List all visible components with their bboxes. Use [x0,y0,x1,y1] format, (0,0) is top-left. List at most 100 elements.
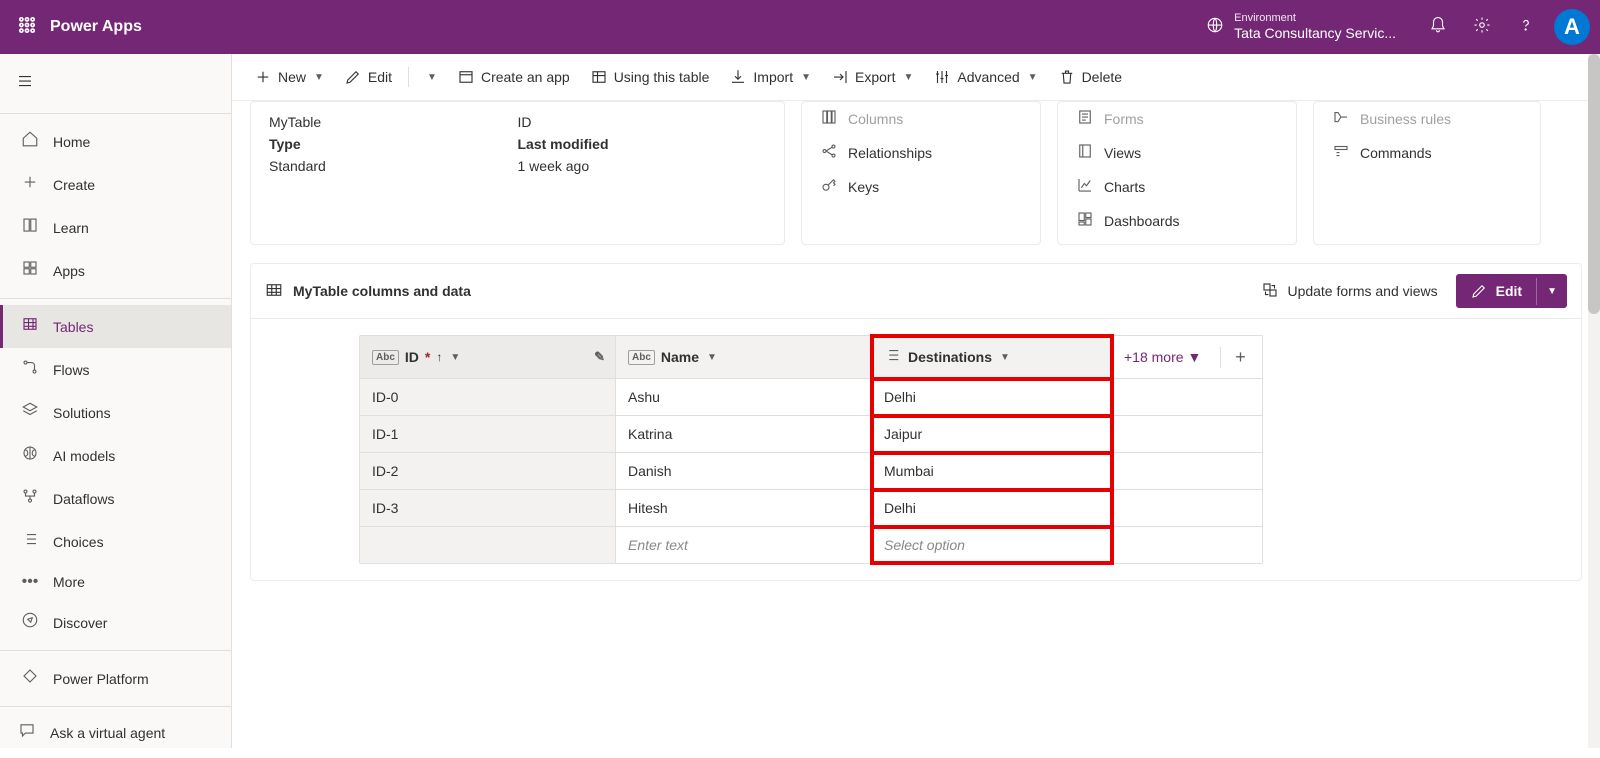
hamburger-icon[interactable] [0,62,231,105]
cell-id[interactable]: ID-0 [360,379,616,416]
sidebar-item-discover[interactable]: Discover [0,601,231,644]
using-table-button[interactable]: Using this table [582,62,718,92]
cell-id[interactable]: ID-3 [360,490,616,527]
views-label: Views [1104,145,1141,161]
chevron-down-icon: ▼ [1000,352,1010,363]
chevron-down-icon: ▼ [707,352,717,363]
data-grid: Abc ID * ↑ ▼ ✎ Abc Name ▼ [359,335,1263,564]
chart-icon [1076,176,1094,198]
cell-name[interactable]: Danish [616,453,872,490]
cell-destination[interactable]: Jaipur [872,416,1112,453]
col-dest-label: Destinations [908,349,992,365]
create-app-button[interactable]: Create an app [449,62,578,92]
edit-dropdown[interactable]: ▼ [417,66,445,89]
environment-selector[interactable]: Environment Tata Consultancy Servic... [1206,12,1396,42]
waffle-icon[interactable] [10,16,44,39]
sidebar-item-label: Learn [53,220,89,236]
ask-agent-label: Ask a virtual agent [50,725,165,741]
sort-asc-icon: ↑ [436,350,442,364]
cell-id[interactable]: ID-1 [360,416,616,453]
edit-primary-button[interactable]: Edit ▼ [1456,274,1567,308]
meta-id-label: ID [518,114,767,130]
new-row-name[interactable]: Enter text [616,527,872,563]
plus-icon [21,173,39,196]
relationships-label: Relationships [848,145,932,161]
edit-button[interactable]: Edit [336,62,400,92]
commands-link[interactable]: Commands [1332,142,1522,164]
dashboards-link[interactable]: Dashboards [1076,210,1278,232]
new-row-destination[interactable]: Select option [872,527,1112,563]
export-button[interactable]: Export ▼ [823,62,921,92]
env-value: Tata Consultancy Servic... [1234,25,1396,42]
cell-destination[interactable]: Delhi [872,490,1112,527]
import-button[interactable]: Import ▼ [721,62,819,92]
dashboard-icon [1076,210,1094,232]
forms-link[interactable]: Forms [1076,108,1278,130]
chevron-down-icon: ▼ [314,72,324,83]
sidebar-item-tables[interactable]: Tables [0,305,231,348]
update-forms-views-button[interactable]: Update forms and views [1251,275,1447,308]
advanced-label: Advanced [957,69,1019,85]
sidebar-item-label: Flows [53,362,90,378]
meta-type-label: Type [269,136,518,152]
sidebar-item-label: Dataflows [53,491,114,507]
relationships-link[interactable]: Relationships [820,142,1022,164]
globe-icon [1206,16,1224,37]
cell-destination[interactable]: Mumbai [872,453,1112,490]
edit-column-icon[interactable]: ✎ [594,349,605,365]
edit-dropdown-chevron[interactable]: ▼ [1536,278,1567,305]
sidebar-item-choices[interactable]: Choices [0,520,231,563]
command-bar: New ▼ Edit ▼ Create an app Using this ta… [232,54,1600,101]
sidebar-item-apps[interactable]: Apps [0,249,231,292]
new-button[interactable]: New ▼ [246,62,332,92]
cell-more [1112,453,1262,490]
table-title: MyTable columns and data [293,283,471,299]
keys-link[interactable]: Keys [820,176,1022,198]
sidebar-item-label: Apps [53,263,85,279]
sidebar-item-ai-models[interactable]: AI models [0,434,231,477]
sidebar-item-create[interactable]: Create [0,163,231,206]
sidebar-item-learn[interactable]: Learn [0,206,231,249]
vertical-scrollbar[interactable] [1588,54,1600,748]
business-rules-link[interactable]: Business rules [1332,108,1522,130]
layers-icon [21,401,39,424]
cell-name[interactable]: Ashu [616,379,872,416]
delete-button[interactable]: Delete [1050,62,1130,92]
columns-icon [820,108,838,130]
required-asterisk: * [425,349,430,365]
cell-name[interactable]: Hitesh [616,490,872,527]
ask-virtual-agent[interactable]: Ask a virtual agent [0,706,231,758]
column-header-id[interactable]: Abc ID * ↑ ▼ ✎ [360,336,616,379]
settings-icon[interactable] [1460,16,1504,39]
notifications-icon[interactable] [1416,16,1460,39]
column-header-name[interactable]: Abc Name ▼ [616,336,872,379]
sidebar-item-solutions[interactable]: Solutions [0,391,231,434]
app-header: Power Apps Environment Tata Consultancy … [0,0,1600,54]
advanced-button[interactable]: Advanced ▼ [925,62,1045,92]
charts-link[interactable]: Charts [1076,176,1278,198]
help-icon[interactable] [1504,16,1548,39]
sidebar-item-dataflows[interactable]: Dataflows [0,477,231,520]
sidebar-item-flows[interactable]: Flows [0,348,231,391]
scrollbar-thumb[interactable] [1588,54,1600,314]
columns-link[interactable]: Columns [820,108,1022,130]
cell-id[interactable]: ID-2 [360,453,616,490]
cell-name[interactable]: Katrina [616,416,872,453]
sidebar-item-label: Solutions [53,405,111,421]
chevron-down-icon: ▼ [903,72,913,83]
table-icon [265,281,283,302]
sidebar-item-home[interactable]: Home [0,120,231,163]
sidebar-item-power-platform[interactable]: Power Platform [0,657,231,700]
add-column-button[interactable]: + [1220,347,1250,368]
user-avatar[interactable]: A [1554,9,1590,45]
table-icon [21,315,39,338]
chat-icon [18,721,36,744]
cell-destination[interactable]: Delhi [872,379,1112,416]
new-row-id[interactable] [360,527,616,563]
column-header-destinations[interactable]: Destinations ▼ [872,336,1112,379]
more-columns-link[interactable]: +18 more ▼ [1124,349,1201,365]
views-link[interactable]: Views [1076,142,1278,164]
sidebar-item-more[interactable]: ••• More [0,563,231,601]
sidebar-item-label: More [53,574,85,590]
meta-lastmod-label: Last modified [518,136,767,152]
